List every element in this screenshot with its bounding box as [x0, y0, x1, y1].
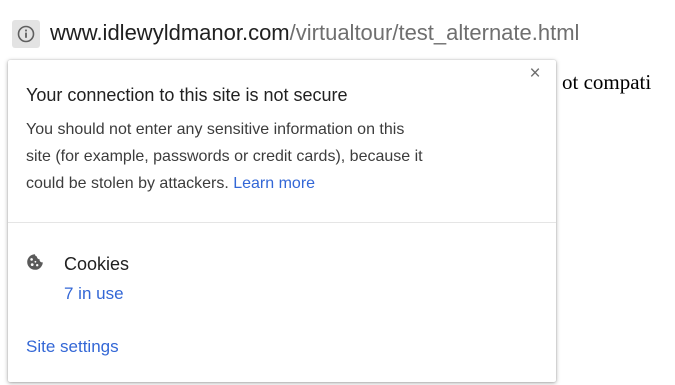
url-path: /virtualtour/test_alternate.html — [289, 20, 580, 45]
cookie-icon — [27, 254, 43, 270]
page-partial-text: ot compati — [562, 70, 652, 94]
url-host: www.idlewyldmanor.com — [50, 20, 290, 45]
popup-title: Your connection to this site is not secu… — [26, 85, 348, 105]
learn-more-link[interactable]: Learn more — [233, 175, 315, 192]
warning-line-1: You should not enter any sensitive infor… — [26, 121, 405, 138]
security-warning-text: You should not enter any sensitive infor… — [26, 116, 541, 197]
divider — [8, 222, 556, 223]
close-button[interactable]: × — [524, 63, 546, 85]
site-info-popup: × Your connection to this site is not se… — [8, 60, 556, 382]
cookies-label: Cookies — [64, 254, 130, 274]
cookies-in-use-link[interactable]: 7 in use — [64, 281, 124, 307]
warning-line-2: site (for example, passwords or credit c… — [26, 148, 423, 165]
info-icon[interactable] — [12, 20, 40, 48]
warning-line-3: could be stolen by attackers. — [26, 175, 234, 192]
browser-window: www.idlewyldmanor.com/virtualtour/test_a… — [0, 0, 675, 385]
url-text[interactable]: www.idlewyldmanor.com/virtualtour/test_a… — [50, 18, 579, 48]
site-settings-link[interactable]: Site settings — [26, 334, 119, 360]
address-bar[interactable]: www.idlewyldmanor.com/virtualtour/test_a… — [0, 0, 675, 60]
